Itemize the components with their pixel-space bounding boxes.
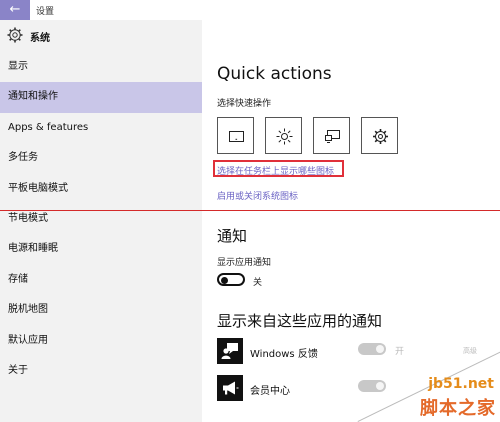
sidebar-item-storage[interactable]: 存储 [0, 265, 202, 295]
back-button[interactable]: ← [0, 0, 30, 20]
quick-actions-title: Quick actions [217, 64, 332, 84]
sidebar-title: 系统 [30, 33, 50, 44]
tablet-mode-icon [229, 131, 244, 142]
app-notifications-toggle[interactable] [217, 273, 245, 286]
system-icons-link[interactable]: 启用或关闭系统图标 [217, 189, 298, 202]
feedback-icon [221, 343, 238, 359]
quick-actions-subtitle: 选择快速操作 [217, 99, 272, 109]
toggle-knob [221, 276, 228, 284]
notifications-subtitle: 显示应用通知 [217, 258, 272, 268]
app-icon-tile [217, 375, 243, 401]
watermark-site: jb51.net [428, 376, 494, 392]
sidebar-item-tablet-mode[interactable]: 平板电脑模式 [0, 174, 202, 204]
sidebar-item-apps-features[interactable]: Apps & features [0, 113, 202, 143]
quick-action-tile-settings[interactable] [361, 117, 398, 154]
settings-icon [373, 129, 388, 144]
title-bar: ← 设置 [0, 0, 500, 20]
notifications-title: 通知 [217, 227, 248, 245]
sidebar-nav: 显示 通知和操作 Apps & features 多任务 平板电脑模式 节电模式… [0, 52, 202, 386]
apps-notifications-title: 显示来自这些应用的通知 [217, 312, 383, 330]
window-title: 设置 [36, 7, 55, 17]
sidebar-header: 系统 [0, 24, 202, 50]
sidebar-item-display[interactable]: 显示 [0, 52, 202, 82]
sidebar-item-offline-maps[interactable]: 脱机地图 [0, 295, 202, 325]
sidebar-item-multitasking[interactable]: 多任务 [0, 143, 202, 173]
sidebar-item-power-sleep[interactable]: 电源和睡眠 [0, 234, 202, 264]
app-icon-tile [217, 338, 243, 364]
quick-action-tile-project[interactable] [313, 117, 350, 154]
sidebar-item-battery-saver[interactable]: 节电模式 [0, 204, 202, 234]
watermark-name: 脚本之家 [420, 398, 496, 419]
project-icon [325, 130, 340, 143]
red-annotation-line [0, 210, 500, 211]
taskbar-icons-link[interactable]: 选择在任务栏上显示哪些图标 [217, 164, 334, 177]
gear-icon [7, 27, 23, 43]
megaphone-icon [223, 381, 239, 395]
sidebar: 系统 显示 通知和操作 Apps & features 多任务 平板电脑模式 节… [0, 20, 202, 422]
sidebar-item-default-apps[interactable]: 默认应用 [0, 326, 202, 356]
app-notifications-toggle-label: 关 [253, 278, 263, 288]
sidebar-item-about[interactable]: 关于 [0, 356, 202, 386]
sidebar-item-notifications-actions[interactable]: 通知和操作 [0, 82, 202, 113]
app-name: Windows 反馈 [250, 349, 318, 360]
back-arrow-icon: ← [9, 2, 21, 17]
app-name: 会员中心 [250, 386, 290, 397]
quick-action-tile-tablet[interactable] [217, 117, 254, 154]
brightness-icon [276, 128, 293, 145]
quick-action-tile-brightness[interactable] [265, 117, 302, 154]
watermark: jb51.net 脚本之家 [357, 350, 500, 422]
